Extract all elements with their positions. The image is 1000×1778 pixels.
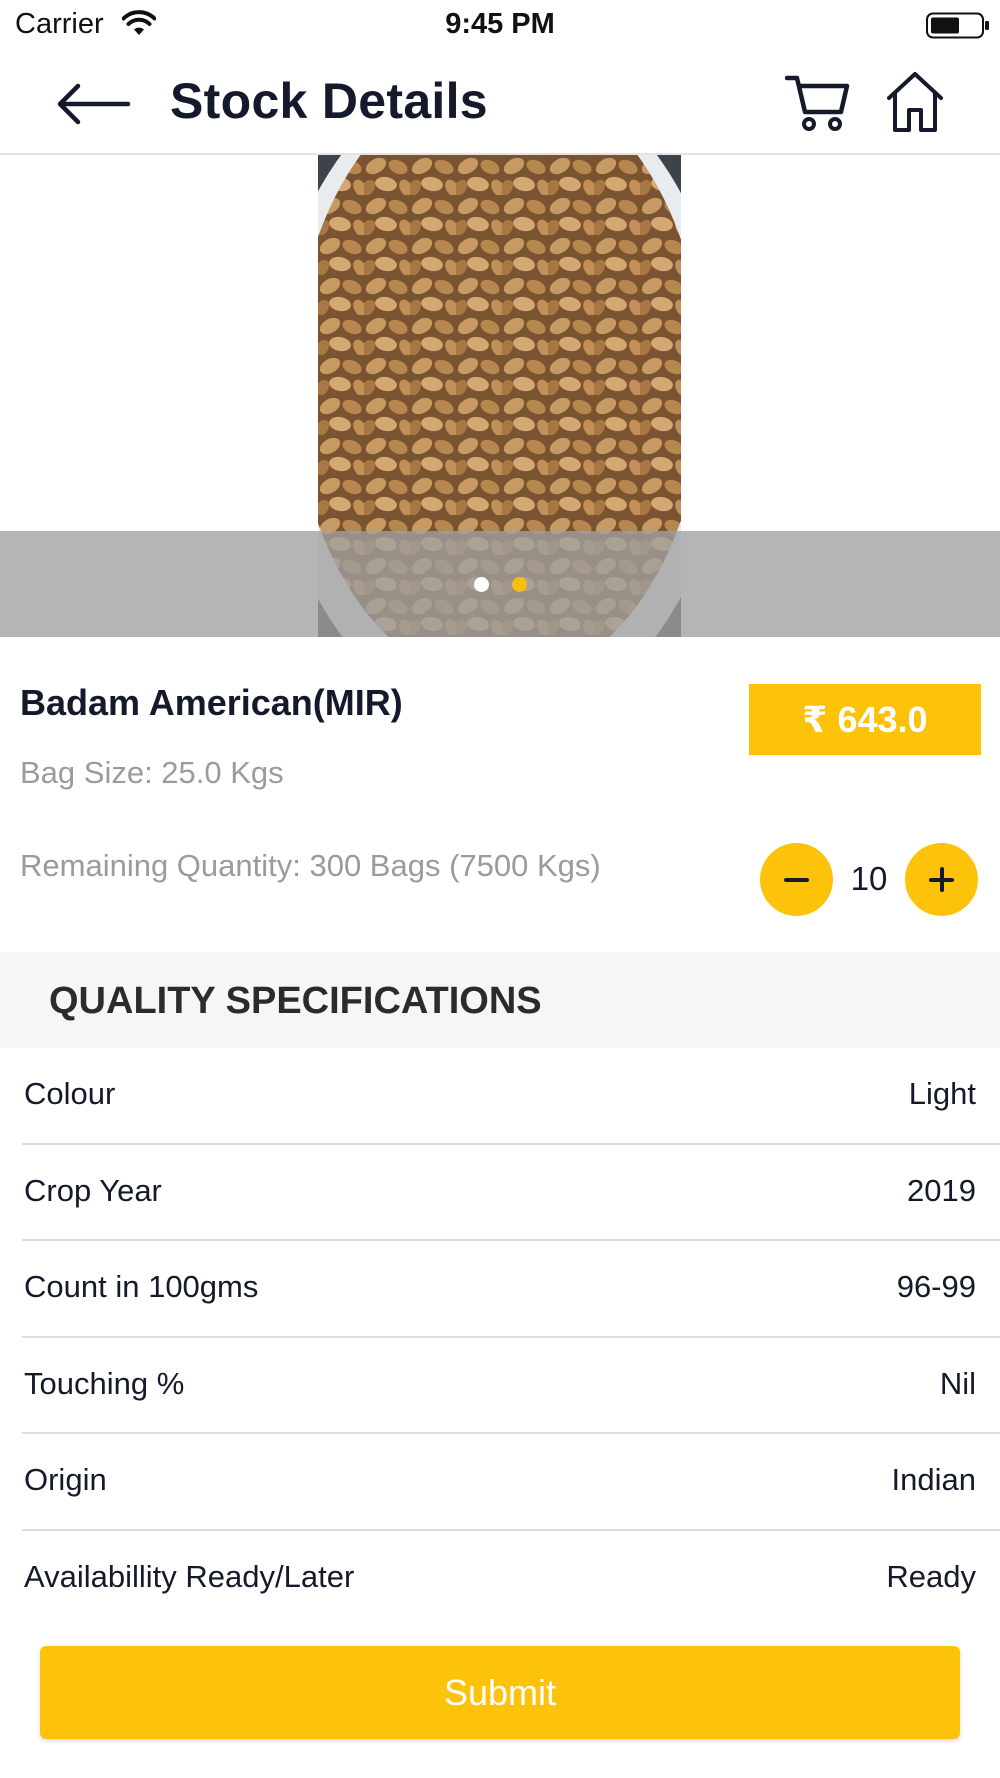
page-title: Stock Details [170, 73, 488, 129]
back-button[interactable] [52, 74, 132, 134]
spec-label: Crop Year [24, 1172, 162, 1208]
spec-label: Origin [24, 1462, 107, 1497]
spec-value: 2019 [907, 1172, 976, 1208]
spec-row-crop-year: Crop Year 2019 [22, 1145, 1000, 1241]
increase-quantity-button[interactable] [905, 843, 978, 916]
submit-button[interactable]: Submit [40, 1646, 960, 1739]
product-image-carousel[interactable] [0, 155, 1000, 637]
product-name: Badam American(MIR) [20, 682, 403, 723]
quality-specs-header: QUALITY SPECIFICATIONS [0, 952, 1000, 1048]
spec-row-origin: Origin Indian [22, 1434, 1000, 1531]
spec-label: Count in 100gms [24, 1269, 259, 1304]
back-arrow-icon [57, 83, 131, 125]
carousel-indicator-bar [0, 531, 1000, 637]
carousel-dot[interactable] [474, 577, 489, 592]
spec-row-touching: Touching % Nil [22, 1338, 1000, 1434]
carousel-dot-active[interactable] [512, 577, 527, 592]
spec-row-availability: Availabillity Ready/Later Ready [22, 1531, 1000, 1628]
app-header: Stock Details [0, 52, 1000, 155]
spec-value: Indian [891, 1462, 976, 1497]
home-button[interactable] [885, 70, 945, 134]
spec-label: Touching % [24, 1365, 185, 1401]
quality-specs-table: Colour Light Crop Year 2019 Count in 100… [0, 1048, 1000, 1627]
spec-row-colour: Colour Light [22, 1048, 1000, 1145]
decrease-quantity-button[interactable] [760, 843, 833, 916]
quantity-value: 10 [850, 860, 888, 897]
cart-button[interactable] [784, 72, 851, 134]
spec-label: Colour [24, 1076, 116, 1111]
home-icon [887, 72, 943, 132]
spec-value: 96-99 [896, 1269, 976, 1304]
spec-value: Light [908, 1076, 976, 1111]
spec-label: Availabillity Ready/Later [24, 1558, 355, 1594]
spec-value: Nil [939, 1365, 976, 1401]
spec-row-count: Count in 100gms 96-99 [22, 1241, 1000, 1338]
section-title: QUALITY SPECIFICATIONS [49, 980, 542, 1022]
bag-size: Bag Size: 25.0 Kgs [20, 755, 284, 790]
spec-value: Ready [886, 1558, 976, 1594]
price-badge: ₹ 643.0 [749, 684, 981, 755]
status-bar: Carrier 9:45 PM [0, 0, 1000, 52]
status-time: 9:45 PM [445, 8, 555, 40]
battery-icon [926, 12, 989, 39]
cart-icon [784, 75, 850, 131]
remaining-quantity: Remaining Quantity: 300 Bags (7500 Kgs) [20, 848, 601, 883]
